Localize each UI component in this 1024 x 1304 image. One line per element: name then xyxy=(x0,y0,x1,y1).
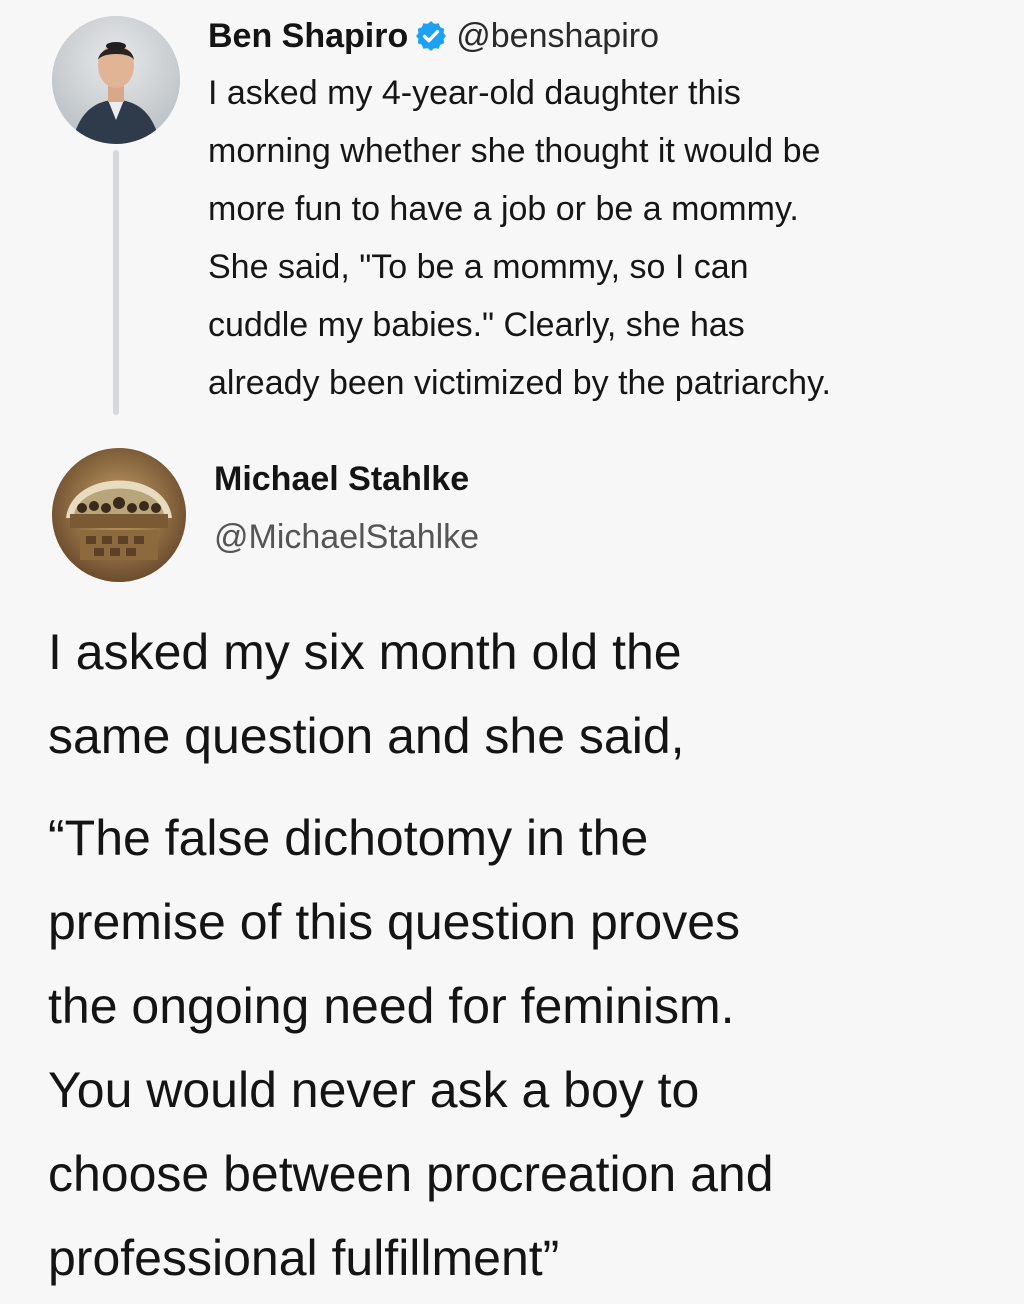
user-handle[interactable]: @benshapiro xyxy=(456,17,659,56)
tweet-text-line: morning whether she thought it would be xyxy=(208,132,821,170)
tweet-paragraph-quote: “The false dichotomy in the premise of t… xyxy=(48,796,1008,1300)
verified-badge-icon xyxy=(414,19,448,53)
tweet-text-line: She said, "To be a mommy, so I can xyxy=(208,248,749,286)
tweet-text-line: “The false dichotomy in the xyxy=(48,810,649,866)
tweet-text-line: choose between procreation and xyxy=(48,1146,774,1202)
avatar[interactable] xyxy=(52,448,186,582)
tweet-text-line: professional fulfillment” xyxy=(48,1230,560,1286)
tweet-michael-stahlke[interactable]: Michael Stahlke @MichaelStahlke I asked … xyxy=(0,430,1024,1304)
display-name[interactable]: Ben Shapiro xyxy=(208,17,408,56)
tweet-text-line: I asked my six month old the xyxy=(48,624,682,680)
tweet-text-line: the ongoing need for feminism. xyxy=(48,978,735,1034)
tweet-header: Ben Shapiro @benshapiro xyxy=(208,14,659,58)
tweet-text: I asked my 4-year-old daughter this morn… xyxy=(208,64,1008,412)
avatar-photo xyxy=(52,448,186,582)
tweet-text-line: already been victimized by the patriarch… xyxy=(208,364,832,402)
avatar-photo xyxy=(52,16,180,144)
tweet-text-line: premise of this question proves xyxy=(48,894,741,950)
tweet-text-line: same question and she said, xyxy=(48,708,685,764)
tweet-thread: Ben Shapiro @benshapiro I asked my 4-yea… xyxy=(0,0,1024,1304)
tweet-text-line: You would never ask a boy to xyxy=(48,1062,700,1118)
tweet-text: I asked my six month old the same questi… xyxy=(48,610,1008,1300)
thread-connector-line xyxy=(113,150,119,415)
tweet-ben-shapiro[interactable]: Ben Shapiro @benshapiro I asked my 4-yea… xyxy=(0,0,1024,420)
tweet-text-line: cuddle my babies." Clearly, she has xyxy=(208,306,745,344)
user-handle[interactable]: @MichaelStahlke xyxy=(214,518,479,557)
tweet-paragraph: I asked my six month old the same questi… xyxy=(48,610,1008,778)
avatar[interactable] xyxy=(52,16,180,144)
display-name[interactable]: Michael Stahlke xyxy=(214,460,469,499)
tweet-text-line: I asked my 4-year-old daughter this xyxy=(208,74,741,112)
tweet-text-line: more fun to have a job or be a mommy. xyxy=(208,190,799,228)
